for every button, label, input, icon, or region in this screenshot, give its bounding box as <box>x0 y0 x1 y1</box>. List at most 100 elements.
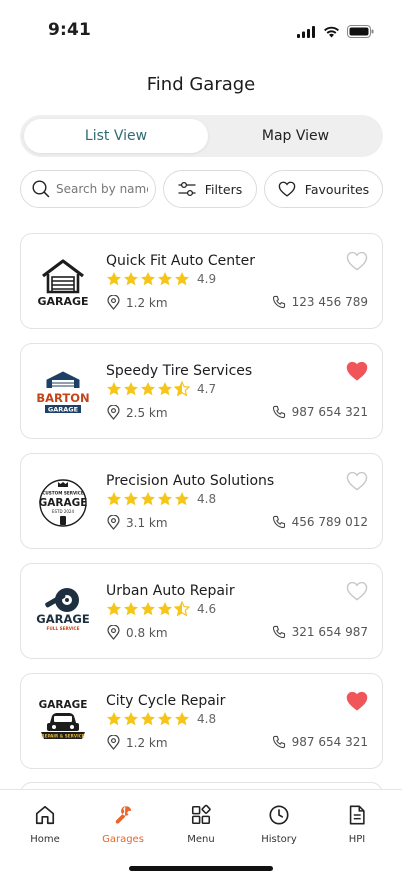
logo-text: REPAIR & SERVICE <box>41 734 84 739</box>
location-pin-icon <box>107 405 120 420</box>
star-icon <box>158 712 172 726</box>
map-view-tab[interactable]: Map View <box>212 119 379 153</box>
phone[interactable]: 987 654 321 <box>272 405 368 419</box>
phone[interactable]: 321 654 987 <box>272 625 368 639</box>
home-indicator <box>129 866 273 871</box>
status-time: 9:41 <box>48 20 92 40</box>
star-icon <box>124 492 138 506</box>
phone-number: 987 654 321 <box>291 405 368 419</box>
star-icon <box>141 382 155 396</box>
logo-text: BARTON <box>36 391 89 405</box>
phone-icon <box>272 405 285 419</box>
tab-history[interactable]: History <box>249 804 309 845</box>
tab-hpi[interactable]: HPI <box>327 804 387 845</box>
battery-icon <box>347 25 374 38</box>
heart-outline-icon <box>278 181 296 197</box>
star-icon <box>141 272 155 286</box>
heart-outline-icon <box>346 251 368 271</box>
logo-text: GARAGE <box>48 406 78 414</box>
distance: 1.2 km <box>107 295 168 310</box>
star-icon <box>107 602 121 616</box>
garage-name: Urban Auto Repair <box>106 583 235 599</box>
distance-value: 0.8 km <box>126 625 168 640</box>
tab-label: Menu <box>187 834 215 845</box>
rating-value: 4.6 <box>197 601 217 616</box>
favourite-toggle[interactable] <box>346 471 368 491</box>
distance-value: 1.2 km <box>126 295 168 310</box>
tab-garages[interactable]: Garages <box>93 804 153 845</box>
garage-name: City Cycle Repair <box>106 693 226 709</box>
star-rating <box>106 381 191 396</box>
tab-menu[interactable]: Menu <box>171 804 231 845</box>
rating: 4.8 <box>106 711 216 726</box>
list-view-tab[interactable]: List View <box>24 119 208 153</box>
distance: 3.1 km <box>107 515 168 530</box>
favourite-toggle[interactable] <box>346 581 368 601</box>
phone[interactable]: 123 456 789 <box>272 295 368 309</box>
star-icon <box>107 712 121 726</box>
star-icon <box>141 492 155 506</box>
garage-card[interactable]: CUSTOM SERVICE GARAGE ESTD 2024 Precisio… <box>20 453 383 549</box>
barton-garage-logo: BARTON GARAGE <box>35 362 91 422</box>
phone-number: 987 654 321 <box>291 735 368 749</box>
favourite-toggle[interactable] <box>346 361 368 381</box>
logo-text: ESTD 2024 <box>52 509 74 514</box>
heart-outline-icon <box>346 581 368 601</box>
favourites-button[interactable]: Favourites <box>264 170 383 208</box>
garage-card[interactable]: BARTON GARAGE Speedy Tire Services 4.7 2… <box>20 343 383 439</box>
tab-label: Home <box>30 834 60 845</box>
location-pin-icon <box>107 515 120 530</box>
star-icon <box>174 381 190 396</box>
phone-number: 456 789 012 <box>291 515 368 529</box>
phone[interactable]: 987 654 321 <box>272 735 368 749</box>
rating: 4.9 <box>106 271 216 286</box>
tab-label: Garages <box>102 834 144 845</box>
star-icon <box>124 602 138 616</box>
favourite-toggle[interactable] <box>346 691 368 711</box>
heart-filled-icon <box>346 361 368 381</box>
star-rating <box>106 271 191 286</box>
star-icon <box>175 272 189 286</box>
phone[interactable]: 456 789 012 <box>272 515 368 529</box>
rating-value: 4.8 <box>197 711 217 726</box>
star-icon <box>124 272 138 286</box>
logo-text: CUSTOM SERVICE <box>42 491 84 496</box>
heart-filled-icon <box>346 691 368 711</box>
rating-value: 4.7 <box>197 381 217 396</box>
star-icon <box>175 492 189 506</box>
filters-button[interactable]: Filters <box>163 170 257 208</box>
logo-text: GARAGE <box>39 699 88 711</box>
wrench-icon <box>115 806 132 824</box>
star-icon <box>107 272 121 286</box>
rating: 4.6 <box>106 601 216 616</box>
location-pin-icon <box>107 735 120 750</box>
home-icon <box>35 805 55 825</box>
logo-text: FULL SERVICE <box>47 626 80 631</box>
search-icon <box>32 180 50 198</box>
garage-name: Quick Fit Auto Center <box>106 253 255 269</box>
distance-value: 1.2 km <box>126 735 168 750</box>
logo-text: GARAGE <box>37 295 88 308</box>
car-repair-service-logo: GARAGE REPAIR & SERVICE <box>35 692 91 752</box>
sliders-icon <box>178 181 196 197</box>
garage-card[interactable]: GARAGE Quick Fit Auto Center 4.9 1.2 km … <box>20 233 383 329</box>
distance-value: 2.5 km <box>126 405 168 420</box>
star-rating <box>106 601 191 616</box>
rating-value: 4.8 <box>197 491 217 506</box>
star-rating <box>106 491 191 506</box>
logo-text: GARAGE <box>36 612 90 626</box>
tab-home[interactable]: Home <box>15 804 75 845</box>
location-pin-icon <box>107 295 120 310</box>
distance: 0.8 km <box>107 625 168 640</box>
logo-text: GARAGE <box>39 497 88 509</box>
garage-name: Speedy Tire Services <box>106 363 253 379</box>
filter-row: Filters Favourites <box>20 170 383 208</box>
favourite-toggle[interactable] <box>346 251 368 271</box>
distance-value: 3.1 km <box>126 515 168 530</box>
star-icon <box>158 272 172 286</box>
garage-card[interactable]: GARAGE REPAIR & SERVICE City Cycle Repai… <box>20 673 383 769</box>
star-icon <box>158 382 172 396</box>
star-rating <box>106 711 191 726</box>
garage-card[interactable]: GARAGE FULL SERVICE Urban Auto Repair 4.… <box>20 563 383 659</box>
search-input[interactable] <box>56 182 148 196</box>
